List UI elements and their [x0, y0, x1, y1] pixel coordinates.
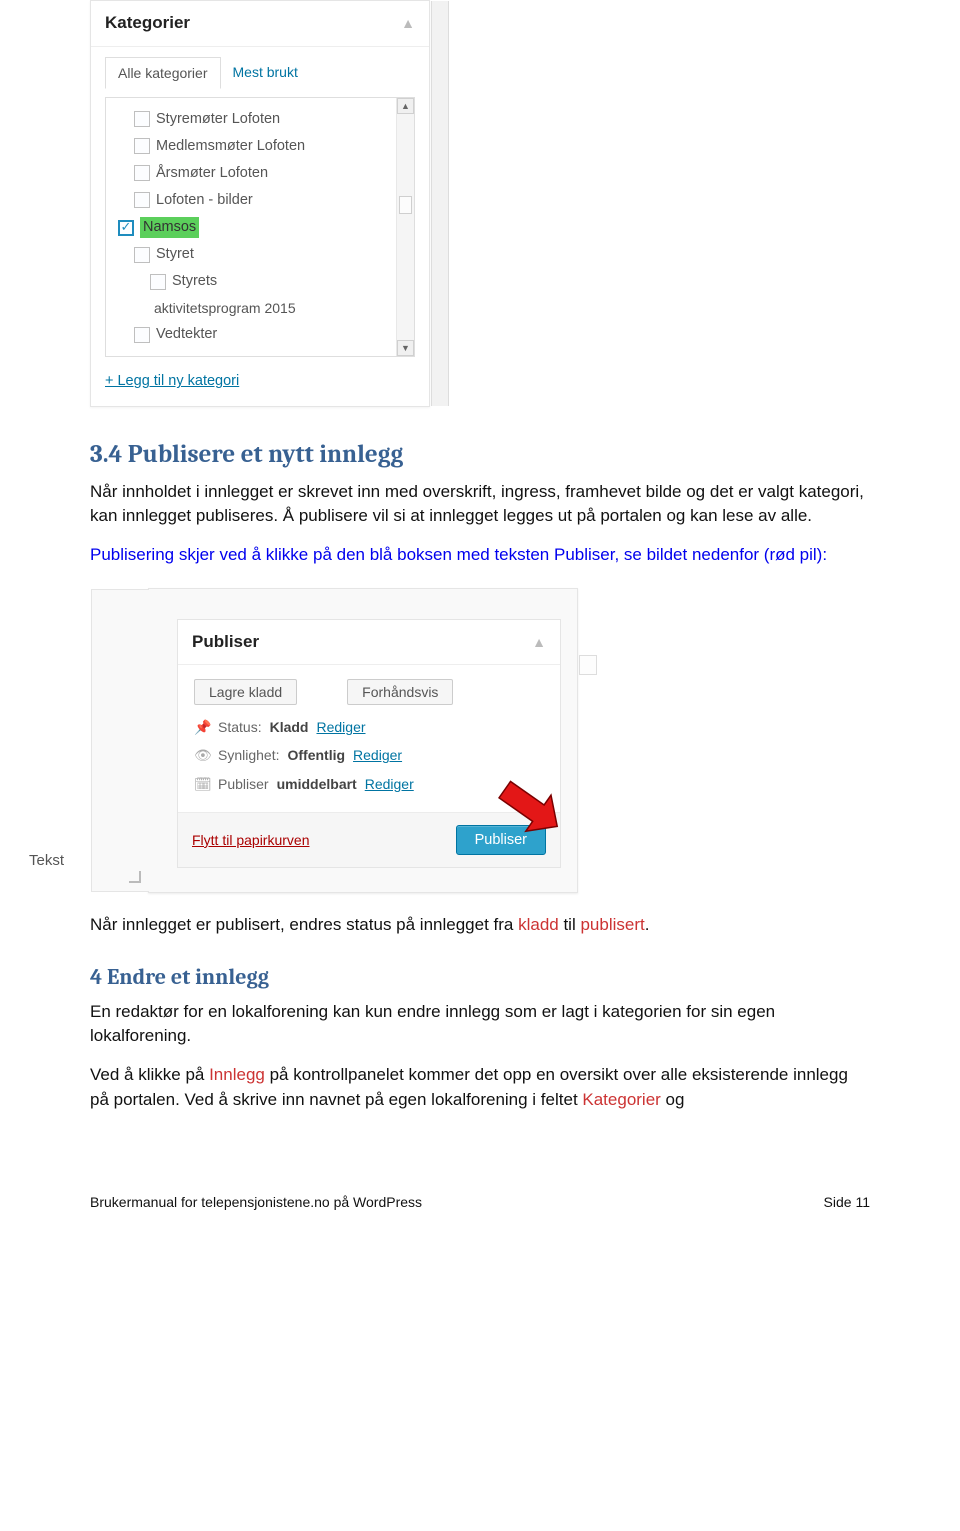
- category-item[interactable]: Styrets: [118, 268, 386, 295]
- category-item[interactable]: Lofoten - bilder: [118, 187, 386, 214]
- checkbox-icon[interactable]: [134, 327, 150, 343]
- visibility-value: Offentlig: [287, 745, 345, 765]
- text-red: Kategorier: [582, 1090, 660, 1109]
- calendar-icon: 🗓: [194, 774, 210, 794]
- outer-scrollbar[interactable]: [431, 1, 449, 406]
- scroll-up-icon[interactable]: ▲: [397, 98, 414, 114]
- preview-button[interactable]: Forhåndsvis: [347, 679, 453, 705]
- category-label-highlighted: Namsos: [140, 217, 199, 238]
- add-category-link[interactable]: + Legg til ny kategori: [105, 371, 239, 392]
- text-fragment: til: [559, 915, 581, 934]
- category-subtext: aktivitetsprogram 2015: [118, 295, 386, 321]
- edit-schedule-link[interactable]: Rediger: [365, 774, 414, 794]
- paragraph: Når innholdet i innlegget er skrevet inn…: [90, 480, 870, 529]
- mini-scroll-indicator[interactable]: [579, 655, 597, 675]
- red-arrow-icon: [485, 778, 565, 848]
- text-fragment: .: [645, 915, 650, 934]
- save-draft-button[interactable]: Lagre kladd: [194, 679, 297, 705]
- checkbox-icon[interactable]: [134, 111, 150, 127]
- category-item[interactable]: Styret: [118, 241, 386, 268]
- publish-panel-container: Tekst Publiser ▲ Lagre kladd Forhåndsvis…: [148, 588, 578, 894]
- category-item[interactable]: Vedtekter: [118, 321, 386, 348]
- category-list-box: ▲ ▼ Styremøter Lofoten Medlemsmøter Lofo…: [105, 97, 415, 357]
- left-gutter: [91, 589, 149, 893]
- category-item[interactable]: Årsmøter Lofoten: [118, 160, 386, 187]
- heading-3-4: 3.4 Publisere et nytt innlegg: [90, 437, 870, 473]
- heading-4: 4 Endre et innlegg: [90, 962, 870, 994]
- text-fragment: Publiser: [554, 545, 614, 564]
- category-list: Styremøter Lofoten Medlemsmøter Lofoten …: [118, 106, 406, 348]
- schedule-value: umiddelbart: [277, 774, 357, 794]
- category-label: Vedtekter: [156, 324, 217, 345]
- text-red: Innlegg: [209, 1065, 265, 1084]
- pin-icon: 📌: [194, 717, 210, 737]
- visibility-label: Synlighet:: [218, 745, 279, 765]
- status-value: Kladd: [270, 717, 309, 737]
- category-label: Lofoten - bilder: [156, 190, 253, 211]
- edit-status-link[interactable]: Rediger: [316, 717, 365, 737]
- publish-header: Publiser ▲: [178, 620, 560, 666]
- text-fragment: Ved å klikke på: [90, 1065, 209, 1084]
- tekst-tab[interactable]: Tekst: [29, 850, 64, 872]
- paragraph: Når innlegget er publisert, endres statu…: [90, 913, 870, 938]
- tab-most-used[interactable]: Mest brukt: [221, 57, 310, 88]
- panel-body: Alle kategorier Mest brukt ▲ ▼ Styremøte…: [91, 47, 429, 407]
- visibility-row: 👁 Synlighet: Offentlig Rediger: [194, 745, 544, 765]
- scroll-down-icon[interactable]: ▼: [397, 340, 414, 356]
- category-label: Årsmøter Lofoten: [156, 163, 268, 184]
- text-fragment: Publisering skjer ved å klikke på den bl…: [90, 545, 554, 564]
- text-fragment: Når innlegget er publisert, endres statu…: [90, 915, 518, 934]
- text-red: kladd: [518, 915, 559, 934]
- checkbox-icon[interactable]: [134, 165, 150, 181]
- collapse-icon[interactable]: ▲: [401, 13, 415, 33]
- text-red: publisert: [580, 915, 644, 934]
- scroll-thumb[interactable]: [399, 196, 412, 214]
- category-item-selected[interactable]: ✓ Namsos: [118, 214, 386, 241]
- category-item[interactable]: Medlemsmøter Lofoten: [118, 133, 386, 160]
- text-fragment: , se bildet nedenfor (rød pil):: [614, 545, 827, 564]
- status-row: 📌 Status: Kladd Rediger: [194, 717, 544, 737]
- checkbox-icon[interactable]: [134, 247, 150, 263]
- eye-icon: 👁: [194, 745, 210, 765]
- paragraph: Ved å klikke på Innlegg på kontrollpanel…: [90, 1063, 870, 1112]
- category-item[interactable]: Styremøter Lofoten: [118, 106, 386, 133]
- publish-title: Publiser: [192, 630, 259, 655]
- collapse-icon[interactable]: ▲: [532, 632, 546, 652]
- paragraph: En redaktør for en lokalforening kan kun…: [90, 1000, 870, 1049]
- status-label: Status:: [218, 717, 262, 737]
- checkbox-checked-icon[interactable]: ✓: [118, 220, 134, 236]
- schedule-label: Publiser: [218, 774, 269, 794]
- panel-title: Kategorier: [105, 11, 190, 36]
- checkbox-icon[interactable]: [150, 274, 166, 290]
- category-label: Styrets: [172, 271, 217, 292]
- panel-header: Kategorier ▲: [91, 1, 429, 47]
- paragraph: Publisering skjer ved å klikke på den bl…: [90, 543, 870, 568]
- edit-visibility-link[interactable]: Rediger: [353, 745, 402, 765]
- category-label: Medlemsmøter Lofoten: [156, 136, 305, 157]
- footer-left: Brukermanual for telepensjonistene.no på…: [90, 1192, 422, 1212]
- category-label: Styret: [156, 244, 194, 265]
- category-tabs: Alle kategorier Mest brukt: [105, 57, 415, 88]
- footer-right: Side 11: [824, 1192, 870, 1212]
- tab-all-categories[interactable]: Alle kategorier: [105, 57, 221, 89]
- inner-scrollbar[interactable]: ▲ ▼: [396, 98, 414, 356]
- categories-panel: Kategorier ▲ Alle kategorier Mest brukt …: [90, 0, 430, 407]
- page-footer: Brukermanual for telepensjonistene.no på…: [90, 1192, 870, 1212]
- checkbox-icon[interactable]: [134, 192, 150, 208]
- checkbox-icon[interactable]: [134, 138, 150, 154]
- move-to-trash-link[interactable]: Flytt til papirkurven: [192, 830, 309, 850]
- text-fragment: og: [661, 1090, 685, 1109]
- category-label: Styremøter Lofoten: [156, 109, 280, 130]
